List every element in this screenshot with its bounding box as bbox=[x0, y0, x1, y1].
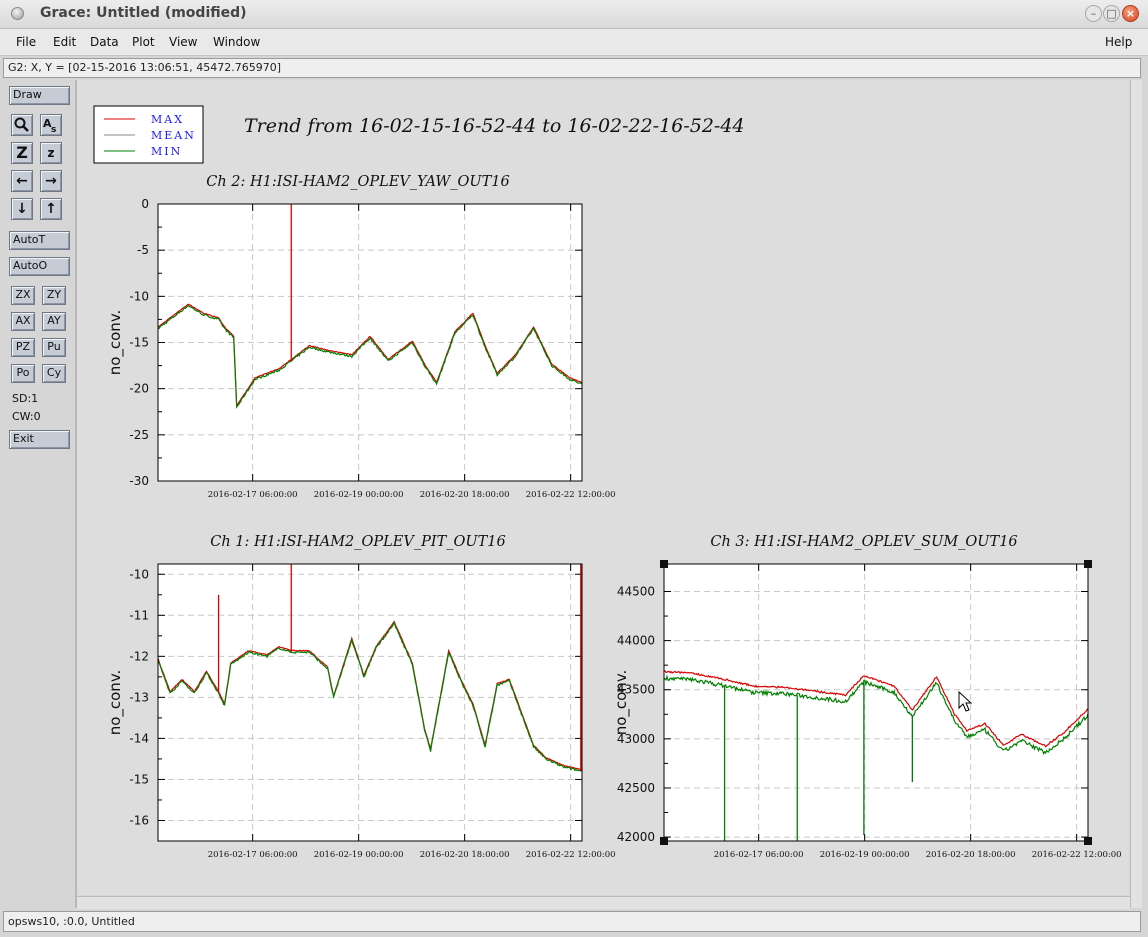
selection-handle bbox=[1084, 560, 1092, 568]
plot-area bbox=[664, 564, 1088, 841]
zy-button[interactable]: ZY bbox=[42, 286, 66, 305]
ax-button[interactable]: AX bbox=[11, 312, 35, 331]
current-world-label: CW:0 bbox=[12, 410, 41, 423]
status-bar: opsws10, :0.0, Untitled bbox=[3, 911, 1141, 932]
tool-bar: Draw As Z z ← → ↓ ↑ AutoT AutoO ZX ZY AX… bbox=[3, 80, 77, 908]
menu-view[interactable]: View bbox=[169, 35, 197, 49]
window-title-bar: Grace: Untitled (modified) – □ × bbox=[0, 0, 1148, 29]
menu-plot[interactable]: Plot bbox=[132, 35, 155, 49]
y-tick-label: -11 bbox=[129, 608, 149, 622]
x-tick-label: 2016-02-19 00:00:00 bbox=[314, 850, 404, 860]
plot-svg: MAX MEAN MIN Trend from 16-02-15-16-52-4… bbox=[93, 105, 1122, 860]
arrow-up-icon[interactable]: ↑ bbox=[40, 198, 62, 220]
maximize-icon[interactable]: □ bbox=[1103, 5, 1120, 22]
menu-window[interactable]: Window bbox=[213, 35, 260, 49]
x-tick-label: 2016-02-17 06:00:00 bbox=[714, 850, 804, 860]
locator-bar: G2: X, Y = [02-15-2016 13:06:51, 45472.7… bbox=[3, 58, 1141, 78]
x-tick-label: 2016-02-19 00:00:00 bbox=[820, 850, 910, 860]
menu-help[interactable]: Help bbox=[1105, 35, 1132, 49]
y-tick-label: -16 bbox=[129, 813, 149, 827]
zx-button[interactable]: ZX bbox=[11, 286, 35, 305]
x-tick-label: 2016-02-22 12:00:00 bbox=[526, 490, 616, 500]
text-tool-icon[interactable]: As bbox=[40, 114, 62, 136]
y-tick-label: 42000 bbox=[617, 830, 655, 844]
status-text: opsws10, :0.0, Untitled bbox=[8, 915, 135, 928]
graph-title: Ch 2: H1:ISI-HAM2_OPLEV_YAW_OUT16 bbox=[206, 174, 510, 190]
selection-handle bbox=[660, 837, 668, 845]
menu-file[interactable]: File bbox=[16, 35, 36, 49]
y-tick-label: 42500 bbox=[617, 781, 655, 795]
legend-max-label: MAX bbox=[151, 113, 184, 126]
y-tick-label: -20 bbox=[129, 382, 149, 396]
window-menu-icon[interactable] bbox=[11, 7, 24, 20]
y-tick-label: -14 bbox=[129, 731, 149, 745]
zoom-in-icon[interactable]: Z bbox=[11, 142, 33, 164]
y-tick-label: -5 bbox=[137, 243, 149, 257]
x-tick-label: 2016-02-19 00:00:00 bbox=[314, 490, 404, 500]
x-tick-label: 2016-02-17 06:00:00 bbox=[208, 490, 298, 500]
graph-ch2: 0 -5 -10 -15 -20 -25 -30 2016-02-17 06:00:00 201… bbox=[106, 174, 616, 500]
arrow-right-icon[interactable]: → bbox=[40, 170, 62, 192]
zoom-out-icon[interactable]: z bbox=[40, 142, 62, 164]
y-tick-label: -10 bbox=[129, 289, 149, 303]
pu-button[interactable]: Pu bbox=[42, 338, 66, 357]
exit-button[interactable]: Exit bbox=[9, 430, 70, 449]
ay-button[interactable]: AY bbox=[42, 312, 66, 331]
y-axis-label: no_conv. bbox=[106, 310, 125, 376]
y-tick-label: -30 bbox=[129, 474, 149, 488]
window-title: Grace: Untitled (modified) bbox=[40, 5, 247, 21]
y-tick-label: -15 bbox=[129, 772, 149, 786]
selection-handle bbox=[1084, 837, 1092, 845]
chart-title: Trend from 16-02-15-16-52-44 to 16-02-22… bbox=[244, 115, 745, 137]
x-tick-label: 2016-02-22 12:00:00 bbox=[526, 850, 616, 860]
plot-canvas[interactable]: MAX MEAN MIN Trend from 16-02-15-16-52-4… bbox=[77, 80, 1129, 895]
y-tick-label: -10 bbox=[129, 567, 149, 581]
autot-button[interactable]: AutoT bbox=[9, 231, 70, 250]
locator-readout: G2: X, Y = [02-15-2016 13:06:51, 45472.7… bbox=[8, 61, 282, 74]
legend-min-label: MIN bbox=[151, 145, 182, 158]
x-tick-label: 2016-02-20 18:00:00 bbox=[420, 850, 510, 860]
svg-text:s: s bbox=[51, 125, 56, 135]
y-tick-label: 44500 bbox=[617, 585, 655, 599]
po-button[interactable]: Po bbox=[11, 364, 35, 383]
x-tick-label: 2016-02-20 18:00:00 bbox=[926, 850, 1016, 860]
graph-ch3: 4450044000435004300042500420002016-02-17… bbox=[612, 534, 1122, 860]
y-axis-label: no_conv. bbox=[612, 670, 631, 736]
cy-button[interactable]: Cy bbox=[42, 364, 66, 383]
graph-title: Ch 3: H1:ISI-HAM2_OPLEV_SUM_OUT16 bbox=[710, 534, 1017, 550]
graph-ch1: -10 -11 -12 -13 -14 -15 -16 2016-02-17 06:00:00… bbox=[106, 534, 616, 860]
graph-title: Ch 1: H1:ISI-HAM2_OPLEV_PIT_OUT16 bbox=[210, 534, 505, 550]
arrow-down-icon[interactable]: ↓ bbox=[11, 198, 33, 220]
menu-data[interactable]: Data bbox=[90, 35, 119, 49]
graph-panels: 0 -5 -10 -15 -20 -25 -30 2016-02-17 06:00:00 201… bbox=[106, 174, 1122, 860]
selection-handle bbox=[660, 560, 668, 568]
menu-bar: File Edit Data Plot View Window Help bbox=[0, 29, 1148, 56]
zoom-magnifier-icon[interactable] bbox=[11, 114, 33, 136]
pz-button[interactable]: PZ bbox=[11, 338, 35, 357]
draw-button[interactable]: Draw bbox=[9, 86, 70, 105]
y-tick-label: -13 bbox=[129, 690, 149, 704]
x-tick-label: 2016-02-22 12:00:00 bbox=[1032, 850, 1122, 860]
close-icon[interactable]: × bbox=[1122, 5, 1139, 22]
minimize-icon[interactable]: – bbox=[1085, 5, 1102, 22]
y-tick-label: -12 bbox=[129, 649, 149, 663]
stack-depth-label: SD:1 bbox=[12, 392, 39, 405]
x-tick-label: 2016-02-20 18:00:00 bbox=[420, 490, 510, 500]
autoo-button[interactable]: AutoO bbox=[9, 257, 70, 276]
vertical-scrollbar[interactable] bbox=[1130, 80, 1142, 908]
y-tick-label: -15 bbox=[129, 336, 149, 350]
horizontal-scrollbar[interactable] bbox=[77, 896, 1130, 909]
y-tick-label: -25 bbox=[129, 428, 149, 442]
legend: MAX MEAN MIN bbox=[93, 105, 204, 164]
arrow-left-icon[interactable]: ← bbox=[11, 170, 33, 192]
legend-mean-label: MEAN bbox=[151, 129, 196, 142]
y-tick-label: 44000 bbox=[617, 634, 655, 648]
y-axis-label: no_conv. bbox=[106, 670, 125, 736]
x-tick-label: 2016-02-17 06:00:00 bbox=[208, 850, 298, 860]
menu-edit[interactable]: Edit bbox=[53, 35, 76, 49]
y-tick-label: 0 bbox=[141, 197, 149, 211]
